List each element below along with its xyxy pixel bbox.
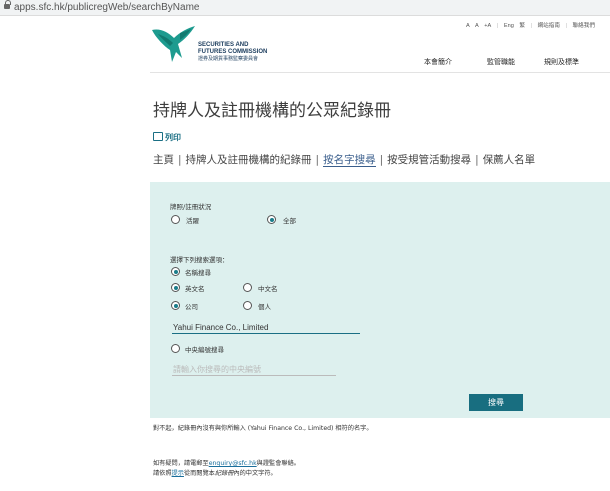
- status-active-radio[interactable]: [171, 215, 180, 224]
- contact-info: 如有疑問，請電郵至enquiry@sfc.hk與證監會聯絡。 請依照提示從而閱覽…: [153, 460, 300, 477]
- chinese-name-label[interactable]: 中文名: [258, 283, 278, 293]
- divider: |: [565, 23, 567, 29]
- individual-label[interactable]: 個人: [258, 301, 271, 311]
- sitemap-link[interactable]: 網站指南: [538, 23, 560, 29]
- enquiry-email-link[interactable]: enquiry@sfc.hk: [209, 460, 257, 467]
- divider: |: [530, 23, 532, 29]
- ce-search-label[interactable]: 中央編號搜尋: [185, 344, 224, 354]
- breadcrumb: 主頁 | 持牌人及註冊機構的紀錄冊 | 按名字搜尋 | 按受規管活動搜尋 | 保薦人名單: [153, 152, 535, 167]
- lock-icon: [4, 0, 11, 10]
- browser-address-bar[interactable]: apps.sfc.hk/publicregWeb/searchByName: [0, 0, 610, 16]
- logo-text: SECURITIES AND FUTURES COMMISSION 證券及期貨事…: [198, 42, 268, 62]
- subnav-search-by-activity[interactable]: 按受規管活動搜尋: [387, 154, 471, 166]
- status-all-radio[interactable]: [267, 215, 276, 224]
- font-large-link[interactable]: +A: [484, 23, 491, 29]
- nav-about[interactable]: 本會簡介: [424, 57, 452, 67]
- individual-radio[interactable]: [243, 301, 252, 310]
- ce-search-radio[interactable]: [171, 344, 180, 353]
- chinese-name-radio[interactable]: [243, 283, 252, 292]
- font-small-link[interactable]: A: [466, 23, 470, 29]
- divider: |: [475, 154, 479, 166]
- status-label: 牌照/註冊狀況: [170, 203, 212, 211]
- lang-sc-link[interactable]: 繁: [519, 23, 525, 29]
- contact-us-link[interactable]: 聯絡我們: [573, 23, 595, 29]
- utility-links: A A +A | Eng 繁 | 網站指南 | 聯絡我們: [466, 21, 599, 29]
- name-search-radio[interactable]: [171, 267, 180, 276]
- criteria-label: 選擇下列搜索選項：: [170, 256, 229, 264]
- lang-en-link[interactable]: Eng: [504, 23, 514, 29]
- subnav-search-by-name[interactable]: 按名字搜尋: [323, 154, 376, 167]
- print-button[interactable]: 列印: [153, 132, 181, 143]
- nav-divider: [150, 72, 610, 73]
- divider: |: [379, 154, 384, 166]
- divider: |: [496, 23, 499, 29]
- divider: |: [315, 154, 320, 166]
- hint-link[interactable]: 提示: [172, 470, 184, 477]
- status-all-label[interactable]: 全部: [283, 215, 296, 225]
- subnav-register[interactable]: 持牌人及註冊機構的紀錄冊: [186, 154, 312, 166]
- english-name-label[interactable]: 英文名: [185, 283, 205, 293]
- company-radio[interactable]: [171, 301, 180, 310]
- subnav-home[interactable]: 主頁: [153, 154, 174, 166]
- status-active-label[interactable]: 活躍: [186, 215, 199, 225]
- font-medium-link[interactable]: A: [475, 23, 479, 29]
- subnav-sponsors[interactable]: 保薦人名單: [483, 154, 536, 166]
- search-button[interactable]: 搜尋: [469, 394, 523, 411]
- printer-icon: [153, 132, 163, 141]
- nav-rules-standards[interactable]: 規則及標準: [544, 57, 579, 67]
- name-search-label[interactable]: 名稱搜尋: [185, 267, 211, 277]
- english-name-radio[interactable]: [171, 283, 180, 292]
- nav-regulatory-functions[interactable]: 監管職能: [487, 57, 515, 67]
- divider: |: [178, 154, 182, 166]
- name-input[interactable]: [172, 322, 360, 334]
- company-label[interactable]: 公司: [185, 301, 198, 311]
- no-result-message: 對不起，紀錄冊內沒有與你所輸入 (Yahui Finance Co., Limi…: [153, 425, 373, 432]
- ce-number-input[interactable]: [172, 364, 336, 376]
- sfc-logo-icon[interactable]: [150, 24, 196, 64]
- page-title: 持牌人及註冊機構的公眾紀錄冊: [153, 101, 391, 121]
- search-panel: [150, 182, 610, 418]
- address-url[interactable]: apps.sfc.hk/publicregWeb/searchByName: [14, 0, 199, 15]
